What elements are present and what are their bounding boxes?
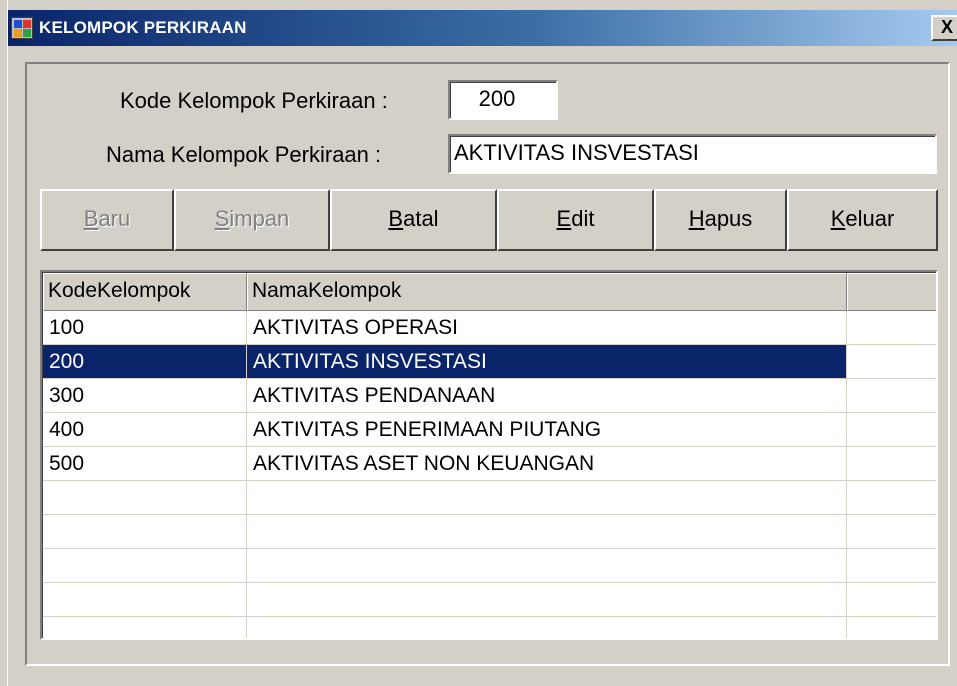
cell-nama[interactable]: AKTIVITAS INSVESTASI xyxy=(247,345,847,379)
close-button[interactable]: X xyxy=(931,15,957,41)
cell-kode[interactable]: 500 xyxy=(43,447,247,481)
cell-empty xyxy=(43,583,247,617)
table-row[interactable]: 400 AKTIVITAS PENERIMAAN PIUTANG xyxy=(43,413,936,447)
column-header-namakelompok[interactable]: NamaKelompok xyxy=(247,273,847,311)
empty-row xyxy=(43,583,936,617)
cell-kode[interactable]: 300 xyxy=(43,379,247,413)
cell-kode[interactable]: 200 xyxy=(43,345,247,379)
close-icon: X xyxy=(941,17,954,37)
cell-empty xyxy=(247,583,847,617)
simpan-button[interactable]: Simpan xyxy=(174,189,330,251)
empty-row xyxy=(43,481,936,515)
table-row-selected[interactable]: 200 AKTIVITAS INSVESTASI xyxy=(43,345,936,379)
cell-empty xyxy=(43,481,247,515)
kode-kelompok-input[interactable]: 200 xyxy=(448,80,558,120)
column-header-kodekelompok[interactable]: KodeKelompok xyxy=(43,273,247,311)
empty-row xyxy=(43,617,936,638)
cell-filler xyxy=(847,379,936,413)
cell-empty xyxy=(247,481,847,515)
cell-empty xyxy=(247,515,847,549)
cell-filler xyxy=(847,447,936,481)
cell-kode[interactable]: 400 xyxy=(43,413,247,447)
empty-row xyxy=(43,549,936,583)
cell-empty xyxy=(847,549,936,583)
kelompok-perkiraan-window: KELOMPOK PERKIRAAN X Kode Kelompok Perki… xyxy=(0,0,957,686)
cell-nama[interactable]: AKTIVITAS PENDANAAN xyxy=(247,379,847,413)
table-row[interactable]: 500 AKTIVITAS ASET NON KEUANGAN xyxy=(43,447,936,481)
table-row[interactable]: 300 AKTIVITAS PENDANAAN xyxy=(43,379,936,413)
cell-nama[interactable]: AKTIVITAS PENERIMAAN PIUTANG xyxy=(247,413,847,447)
edit-button[interactable]: Edit xyxy=(497,189,654,251)
cell-empty xyxy=(43,549,247,583)
cell-empty xyxy=(847,481,936,515)
keluar-button[interactable]: Keluar xyxy=(787,189,938,251)
cell-empty xyxy=(43,515,247,549)
cell-nama[interactable]: AKTIVITAS OPERASI xyxy=(247,311,847,345)
empty-row xyxy=(43,515,936,549)
cell-empty xyxy=(847,515,936,549)
grid-body: KodeKelompok NamaKelompok 100 AKTIVITAS … xyxy=(42,272,936,638)
cell-filler xyxy=(847,311,936,345)
cell-filler xyxy=(847,345,936,379)
cell-nama[interactable]: AKTIVITAS ASET NON KEUANGAN xyxy=(247,447,847,481)
cell-empty xyxy=(847,617,936,638)
cell-empty xyxy=(847,583,936,617)
kode-kelompok-label: Kode Kelompok Perkiraan : xyxy=(120,88,388,113)
button-toolbar: Baru Simpan Batal Edit Hapus Keluar xyxy=(40,189,938,251)
cell-empty xyxy=(247,617,847,638)
window-title: KELOMPOK PERKIRAAN xyxy=(39,18,247,37)
cell-empty xyxy=(247,549,847,583)
cell-kode[interactable]: 100 xyxy=(43,311,247,345)
window-left-frame xyxy=(0,0,8,686)
table-row[interactable]: 100 AKTIVITAS OPERASI xyxy=(43,311,936,345)
batal-button[interactable]: Batal xyxy=(330,189,497,251)
app-form-icon[interactable] xyxy=(11,17,33,39)
kelompok-data-grid[interactable]: KodeKelompok NamaKelompok 100 AKTIVITAS … xyxy=(40,270,938,640)
cell-empty xyxy=(43,617,247,638)
column-header-filler xyxy=(847,273,936,311)
nama-kelompok-input[interactable]: AKTIVITAS INSVESTASI xyxy=(448,134,937,174)
baru-button[interactable]: Baru xyxy=(40,189,174,251)
nama-kelompok-label: Nama Kelompok Perkiraan : xyxy=(106,142,382,167)
cell-filler xyxy=(847,413,936,447)
title-bar[interactable]: KELOMPOK PERKIRAAN X xyxy=(8,10,957,46)
hapus-button[interactable]: Hapus xyxy=(654,189,787,251)
